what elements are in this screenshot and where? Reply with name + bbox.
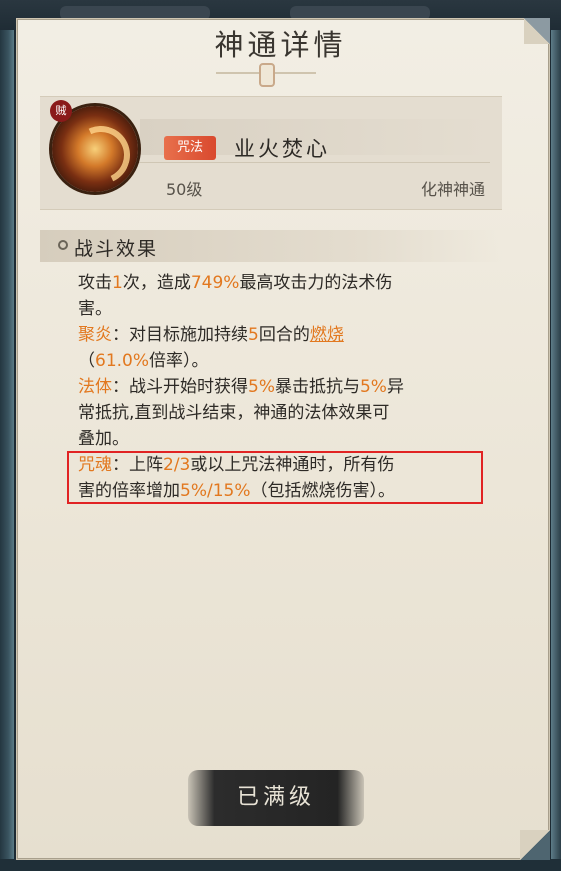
highlight-box — [67, 451, 483, 504]
effect-line: 攻击1次，造成749%最高攻击力的法术伤 害。 — [78, 273, 393, 319]
grade-badge: 贼 — [50, 100, 72, 122]
background-left-edge — [0, 30, 14, 871]
page-title: 神通详情 — [214, 28, 347, 62]
corner-fold — [520, 830, 550, 860]
title-ornament — [216, 63, 316, 87]
bullet-icon — [58, 240, 68, 250]
skill-icon[interactable]: 贼 — [50, 100, 139, 193]
effect-line: 法体：战斗开始时获得5%暴击抵抗与5%异 常抵抗,直到战斗结束，神通的法体效果可… — [78, 377, 404, 449]
skill-level: 50级 — [166, 180, 203, 199]
skill-category: 化神神通 — [420, 180, 485, 199]
effect-line: 聚炎：对目标施加持续5回合的燃烧 （61.0%倍率）。 — [78, 325, 344, 371]
burn-keyword-link[interactable]: 燃烧 — [310, 325, 344, 345]
skill-name: 业火焚心 — [234, 137, 330, 161]
background-right-edge — [551, 30, 561, 871]
skill-type-tag: 咒法 — [164, 136, 216, 160]
background-bottom — [0, 859, 561, 871]
section-title: 战斗效果 — [74, 238, 159, 260]
max-level-button[interactable]: 已满级 — [188, 770, 364, 826]
